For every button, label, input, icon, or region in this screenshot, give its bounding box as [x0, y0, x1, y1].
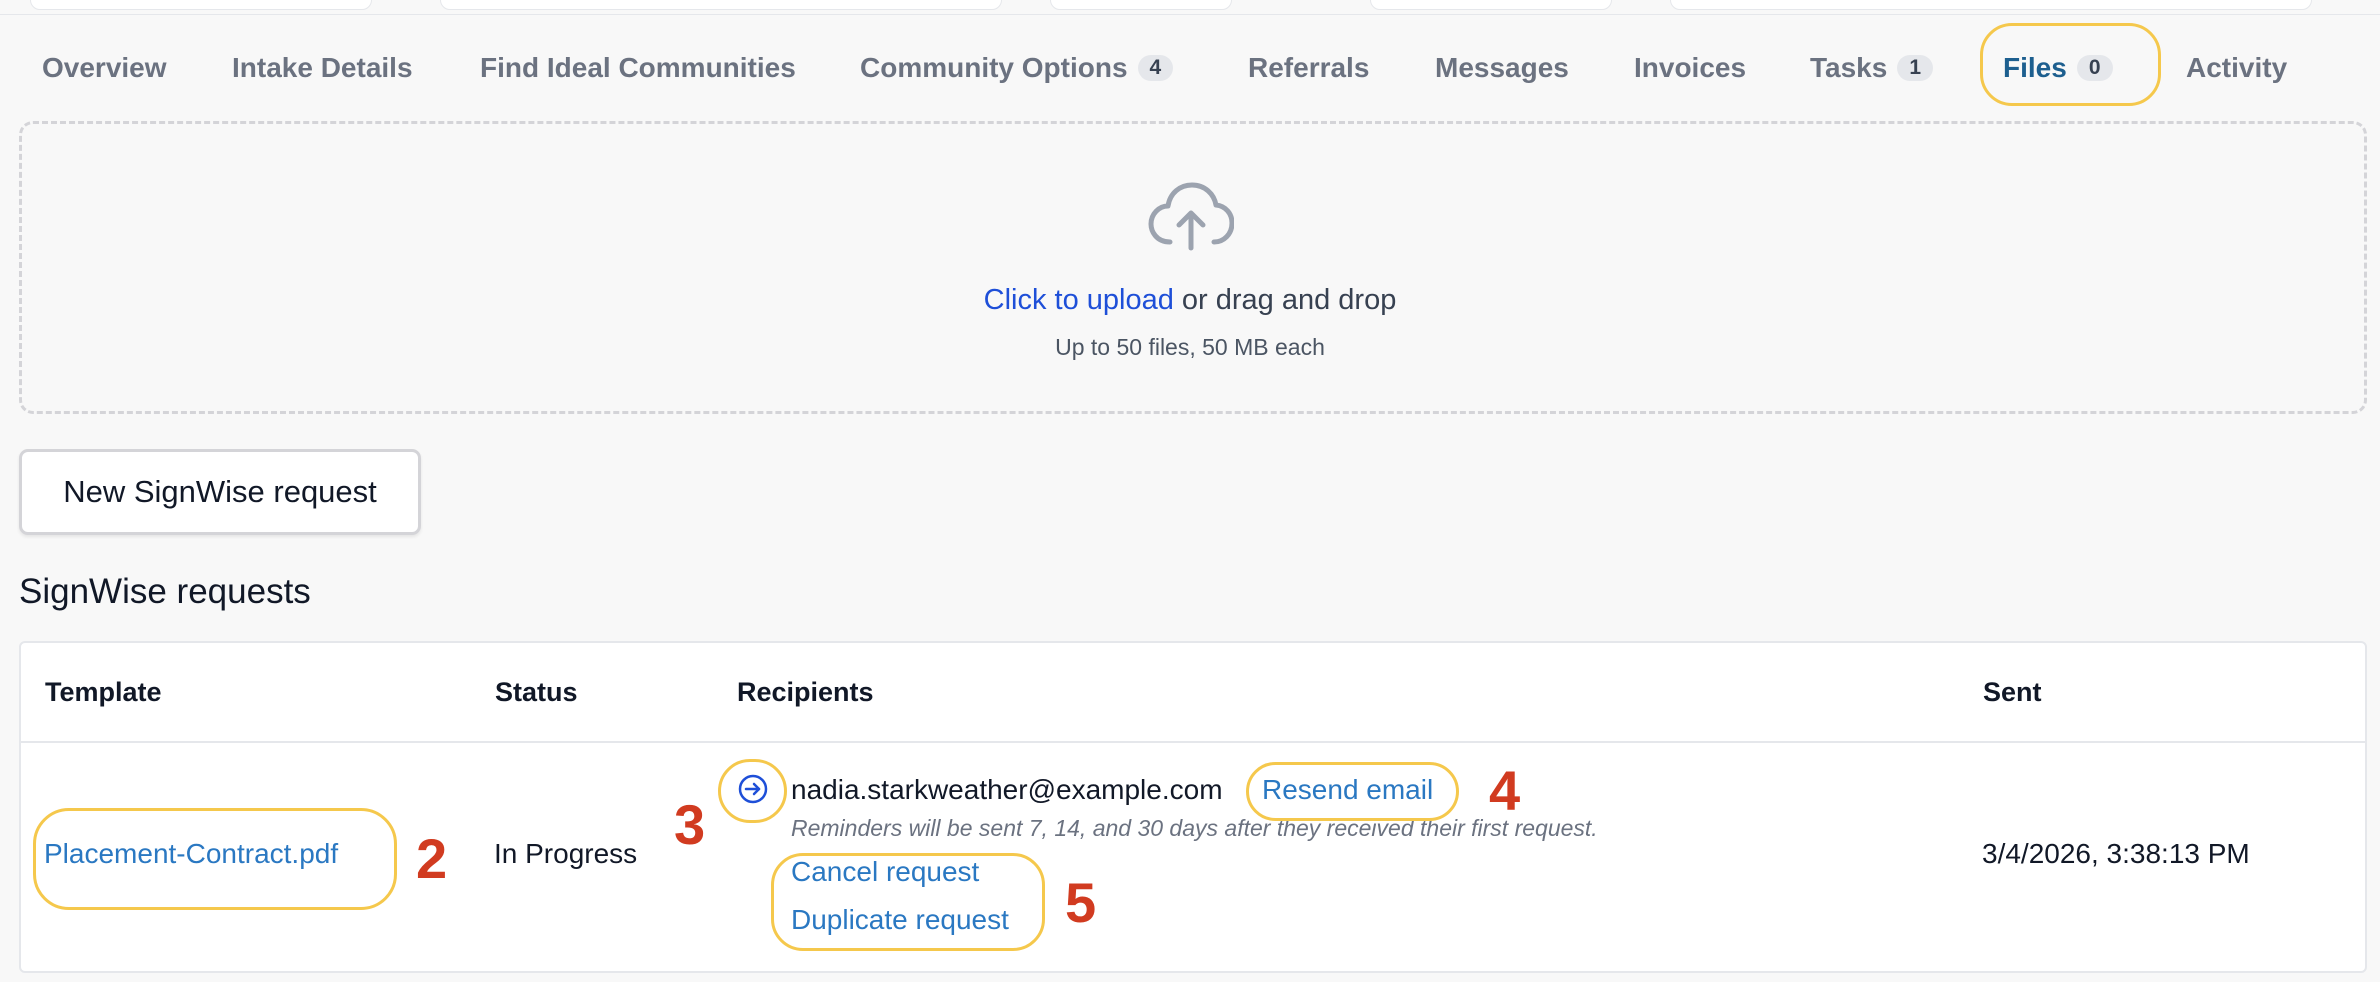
- sent-timestamp: 3/4/2026, 3:38:13 PM: [1982, 838, 2250, 869]
- section-title: SignWise requests: [19, 572, 311, 611]
- recipient-arrow-icon[interactable]: [737, 773, 769, 805]
- tab-activity[interactable]: Activity: [2186, 20, 2287, 116]
- count-badge: 4: [1137, 55, 1174, 81]
- table-header: Template Status Recipients Sent: [21, 643, 2365, 743]
- tab-files[interactable]: Files 0: [2003, 20, 2113, 116]
- tab-label: Invoices: [1634, 52, 1747, 83]
- click-to-upload-link[interactable]: Click to upload: [984, 284, 1174, 316]
- tab-tasks[interactable]: Tasks 1: [1810, 20, 1934, 116]
- tab-label: Tasks: [1810, 52, 1888, 83]
- file-dropzone[interactable]: [19, 121, 2367, 414]
- cancel-request-link[interactable]: Cancel request: [791, 856, 979, 888]
- top-pill: [1670, 0, 2312, 10]
- tab-community-options[interactable]: Community Options 4: [860, 20, 1174, 116]
- column-header-template: Template: [45, 677, 162, 707]
- cloud-upload-icon: [1148, 182, 1234, 251]
- tab-label: Files: [2003, 52, 2067, 83]
- column-header-status: Status: [495, 677, 578, 707]
- reminder-note: Reminders will be sent 7, 14, and 30 day…: [791, 815, 1598, 841]
- column-header-sent: Sent: [1983, 677, 2042, 707]
- count-badge: 0: [2076, 55, 2113, 81]
- annotation-number: 5: [1065, 871, 1097, 934]
- annotation-number: 3: [674, 793, 706, 856]
- count-badge: 1: [1897, 55, 1934, 81]
- top-pill: [30, 0, 372, 10]
- duplicate-request-link[interactable]: Duplicate request: [791, 904, 1009, 936]
- top-strip: [0, 0, 2380, 15]
- tab-label: Referrals: [1248, 52, 1370, 83]
- recipient-email: nadia.starkweather@example.com: [791, 774, 1223, 805]
- upload-drag-text: or drag and drop: [1173, 284, 1397, 316]
- tab-label: Overview: [42, 52, 167, 83]
- tab-overview[interactable]: Overview: [42, 20, 167, 116]
- tab-label: Community Options: [860, 52, 1128, 83]
- column-header-recipients: Recipients: [737, 677, 874, 707]
- tab-messages[interactable]: Messages: [1435, 20, 1569, 116]
- tab-invoices[interactable]: Invoices: [1634, 20, 1746, 116]
- tab-label: Activity: [2186, 52, 2288, 83]
- tab-referrals[interactable]: Referrals: [1248, 20, 1369, 116]
- tab-bar: Overview Intake Details Find Ideal Commu…: [0, 20, 2380, 116]
- tab-label: Intake Details: [232, 52, 413, 83]
- top-pill: [440, 0, 1002, 10]
- signwise-requests-table: Template Status Recipients Sent: [19, 641, 2367, 973]
- tab-intake-details[interactable]: Intake Details: [232, 20, 413, 116]
- resend-email-link[interactable]: Resend email: [1262, 774, 1433, 806]
- upload-limits: Up to 50 files, 50 MB each: [1055, 334, 1325, 360]
- annotation-number: 4: [1489, 759, 1521, 822]
- tab-label: Find Ideal Communities: [480, 52, 796, 83]
- tab-label: Messages: [1435, 52, 1569, 83]
- annotation-number: 2: [416, 827, 448, 890]
- upload-instructions: Click to upload or drag and drop: [0, 284, 2380, 317]
- template-file-link[interactable]: Placement-Contract.pdf: [44, 838, 338, 870]
- top-pill: [1370, 0, 1612, 10]
- tab-find-ideal-communities[interactable]: Find Ideal Communities: [480, 20, 796, 116]
- new-signwise-request-button[interactable]: New SignWise request: [19, 449, 421, 535]
- status-text: In Progress: [494, 838, 638, 869]
- top-pill: [1050, 0, 1232, 10]
